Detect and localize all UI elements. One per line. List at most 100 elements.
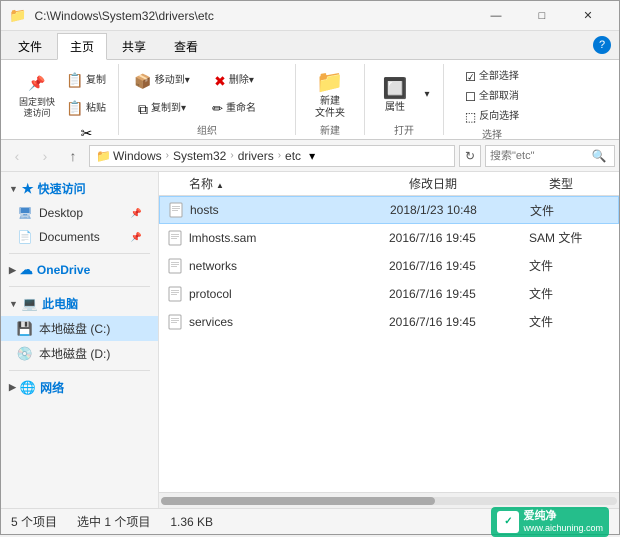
tab-view[interactable]: 查看 bbox=[161, 33, 211, 59]
col-header-type[interactable]: 类型 bbox=[549, 175, 611, 192]
file-date-protocol: 2016/7/16 19:45 bbox=[389, 287, 529, 301]
sidebar-section-onedrive[interactable]: ▶ ☁ OneDrive bbox=[1, 258, 158, 282]
ribbon-group-select: ☑ 全部选择 ☐ 全部取消 ⬚ 反向选择 选择 bbox=[444, 64, 540, 135]
onedrive-icon: ☁ bbox=[20, 262, 33, 278]
file-row-lmhosts[interactable]: lmhosts.sam 2016/7/16 19:45 SAM 文件 bbox=[159, 224, 619, 252]
file-row-hosts[interactable]: hosts 2018/1/23 10:48 文件 bbox=[159, 196, 619, 224]
paste-icon bbox=[67, 100, 83, 116]
selectall-label: 全部选择 bbox=[479, 71, 519, 83]
copyto-icon: ⧉ bbox=[138, 101, 148, 118]
back-button[interactable]: ‹ bbox=[5, 144, 29, 168]
thispc-icon: 💻 bbox=[22, 296, 38, 312]
tab-share[interactable]: 共享 bbox=[109, 33, 159, 59]
col-header-name[interactable]: 名称▲ bbox=[189, 175, 409, 192]
col-header-date[interactable]: 修改日期 bbox=[409, 175, 549, 192]
network-expand-arrow: ▶ bbox=[9, 382, 16, 393]
ribbon-moveto-button[interactable]: 📦 移动到▾ bbox=[127, 68, 197, 94]
sidebar-desktop-label: Desktop bbox=[39, 206, 83, 220]
ribbon-group-new: 📁 新建文件夹 新建 bbox=[296, 64, 365, 135]
deselect-icon: ☐ bbox=[465, 90, 476, 104]
help-icon[interactable]: ? bbox=[593, 36, 611, 54]
props-label: 属性 bbox=[385, 102, 405, 114]
main-area: ▼ ★ 快速访问 🖥 Desktop 📌 📄 Documents 📌 ▶ ☁ O… bbox=[1, 172, 619, 508]
ribbon-copyto-button[interactable]: ⧉ 复制到▾ bbox=[127, 96, 197, 122]
pin-button-label: 固定到快速访问 bbox=[19, 97, 55, 119]
search-input[interactable] bbox=[490, 150, 590, 162]
sidebar-divider-1 bbox=[9, 253, 150, 254]
path-dropdown-arrow[interactable]: ▾ bbox=[309, 149, 315, 163]
maximize-button[interactable]: □ bbox=[519, 1, 565, 31]
title-bar-system-icons: 📁 bbox=[9, 7, 26, 24]
close-button[interactable]: ✕ bbox=[565, 1, 611, 31]
sidebar-section-network[interactable]: ▶ 🌐 网络 bbox=[1, 375, 158, 400]
sort-arrow: ▲ bbox=[216, 181, 224, 190]
ribbon-copy-button[interactable]: 复制 bbox=[63, 68, 110, 94]
path-segment-system32: System32 bbox=[173, 149, 226, 163]
delete-label: 删除▾ bbox=[229, 75, 254, 87]
refresh-button[interactable]: ↻ bbox=[459, 145, 481, 167]
file-date-networks: 2016/7/16 19:45 bbox=[389, 259, 529, 273]
address-path[interactable]: 📁 Windows › System32 › drivers › etc ▾ bbox=[89, 145, 455, 167]
up-button[interactable]: ↑ bbox=[61, 144, 85, 168]
invertsel-icon: ⬚ bbox=[465, 110, 476, 124]
sidebar-section-thispc[interactable]: ▼ 💻 此电脑 bbox=[1, 291, 158, 316]
sidebar-section-quickaccess[interactable]: ▼ ★ 快速访问 bbox=[1, 176, 158, 201]
sidebar-item-drive-d[interactable]: 💿 本地磁盘 (D:) bbox=[1, 341, 158, 366]
file-icon-networks bbox=[167, 258, 183, 274]
file-row-protocol[interactable]: protocol 2016/7/16 19:45 文件 bbox=[159, 280, 619, 308]
ribbon-props-button[interactable]: 🔲 属性 bbox=[373, 68, 417, 122]
file-name-lmhosts: lmhosts.sam bbox=[189, 231, 389, 245]
thispc-label: 此电脑 bbox=[42, 295, 78, 312]
forward-button[interactable]: › bbox=[33, 144, 57, 168]
ribbon-newfolder-button[interactable]: 📁 新建文件夹 bbox=[304, 68, 356, 122]
sidebar-item-documents[interactable]: 📄 Documents 📌 bbox=[1, 225, 158, 249]
ribbon-deselect-button[interactable]: ☐ 全部取消 bbox=[452, 88, 532, 106]
file-type-protocol: 文件 bbox=[529, 285, 611, 302]
ribbon-pin-button[interactable]: 固定到快速访问 bbox=[15, 68, 59, 122]
chevron-2: › bbox=[230, 150, 233, 161]
ribbon-paste-button[interactable]: 粘贴 bbox=[63, 96, 110, 122]
file-name-protocol: protocol bbox=[189, 287, 389, 301]
file-icon-services bbox=[167, 314, 183, 330]
ribbon-rename-button[interactable]: ✏ 重命名 bbox=[199, 96, 269, 122]
onedrive-label: OneDrive bbox=[37, 263, 90, 277]
copy-label: 复制 bbox=[86, 75, 106, 87]
sidebar: ▼ ★ 快速访问 🖥 Desktop 📌 📄 Documents 📌 ▶ ☁ O… bbox=[1, 172, 159, 508]
file-name-services: services bbox=[189, 315, 389, 329]
ribbon-group-clipboard: 固定到快速访问 复制 粘贴 ✂ bbox=[7, 64, 119, 135]
ribbon-open-dropdown[interactable]: ▾ bbox=[419, 68, 435, 122]
sidebar-drive-d-label: 本地磁盘 (D:) bbox=[39, 345, 110, 362]
file-list-header: 名称▲ 修改日期 类型 bbox=[159, 172, 619, 196]
ribbon-selectall-button[interactable]: ☑ 全部选择 bbox=[452, 68, 532, 86]
watermark: ✓ 爱纯净 www.aichuning.com bbox=[491, 507, 609, 537]
newfolder-icon: 📁 bbox=[318, 70, 342, 94]
file-row-networks[interactable]: networks 2016/7/16 19:45 文件 bbox=[159, 252, 619, 280]
file-row-services[interactable]: services 2016/7/16 19:45 文件 bbox=[159, 308, 619, 336]
ribbon-group-open: 🔲 属性 ▾ 打开 bbox=[365, 64, 444, 135]
sidebar-item-drive-c[interactable]: 💾 本地磁盘 (C:) bbox=[1, 316, 158, 341]
quickaccess-label: 快速访问 bbox=[38, 180, 86, 197]
tab-file[interactable]: 文件 bbox=[5, 33, 55, 59]
tab-home[interactable]: 主页 bbox=[57, 33, 107, 60]
rename-label: 重命名 bbox=[226, 103, 256, 115]
ribbon-tabs: 文件 主页 共享 查看 ? bbox=[1, 31, 619, 59]
watermark-text: 爱纯净 www.aichuning.com bbox=[523, 510, 603, 534]
status-item-count: 5 个项目 bbox=[11, 513, 57, 530]
h-scroll-thumb[interactable] bbox=[161, 497, 435, 505]
props-icon: 🔲 bbox=[383, 76, 407, 100]
quickaccess-star-icon: ★ bbox=[22, 181, 34, 197]
search-icon-button[interactable]: 🔍 bbox=[590, 147, 608, 165]
file-area: 名称▲ 修改日期 类型 hosts bbox=[159, 172, 619, 508]
sidebar-divider-3 bbox=[9, 370, 150, 371]
minimize-button[interactable]: — bbox=[473, 1, 519, 31]
file-icon-lmhosts bbox=[167, 230, 183, 246]
folder-icon-small: 📁 bbox=[96, 149, 111, 163]
ribbon-invertsel-button[interactable]: ⬚ 反向选择 bbox=[452, 108, 532, 126]
sidebar-item-desktop[interactable]: 🖥 Desktop 📌 bbox=[1, 201, 158, 225]
delete-icon: ✖ bbox=[214, 73, 226, 90]
chevron-1: › bbox=[166, 150, 169, 161]
sidebar-divider-2 bbox=[9, 286, 150, 287]
selectall-icon: ☑ bbox=[465, 70, 476, 84]
ribbon-delete-button[interactable]: ✖ 删除▾ bbox=[199, 68, 269, 94]
sidebar-drive-c-label: 本地磁盘 (C:) bbox=[39, 320, 110, 337]
